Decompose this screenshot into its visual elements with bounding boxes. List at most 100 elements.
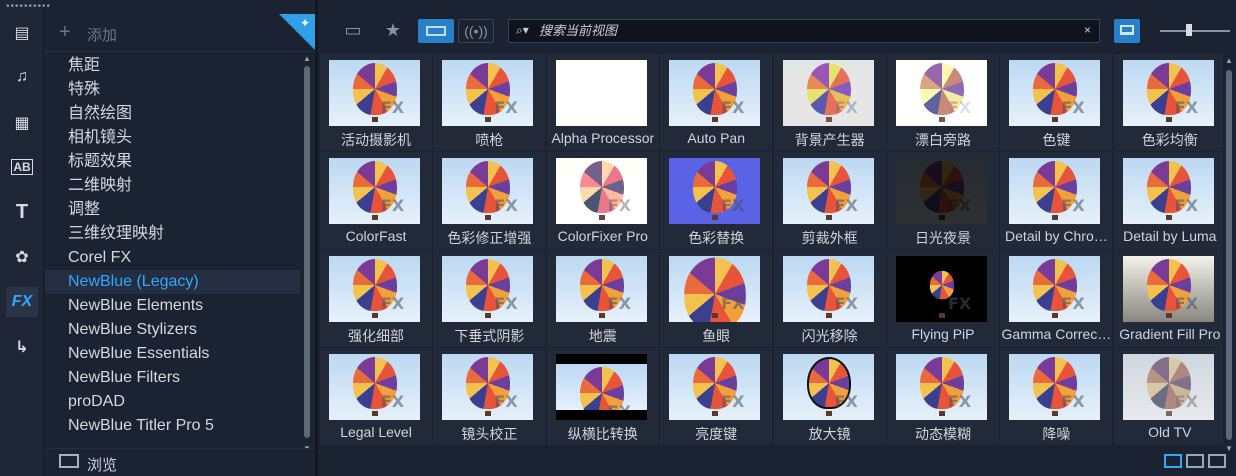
path-icon[interactable]: ↳ [6,332,38,362]
effect-tile[interactable]: FX 色键 [1000,54,1113,151]
folder-browse-icon[interactable] [59,454,79,468]
effect-tile[interactable]: FX 亮度键 [660,348,773,445]
effect-tile[interactable]: FX ColorFast [320,152,432,249]
effect-tile[interactable]: FX Old TV [1113,348,1223,445]
pin-icon[interactable]: ✦ [300,16,310,30]
effect-tile[interactable]: FX 降噪 [1000,348,1113,445]
grid-scrollbar[interactable]: ▲ ▼ [1224,56,1234,456]
title-ab-icon[interactable]: AB [11,159,33,175]
music-note-icon[interactable]: ♫ [6,62,38,92]
effect-tile[interactable]: FX 地震 [546,250,659,347]
fx-watermark: FX [834,196,858,215]
effect-tile[interactable]: FX Detail by Chro… [1000,152,1113,249]
fx-watermark: FX [1061,196,1085,215]
import-folder-icon[interactable]: ▭ [340,18,366,42]
effect-tile[interactable]: FX 背景产生器 [773,54,886,151]
effect-tile[interactable]: FX 色彩修正增强 [433,152,546,249]
category-item[interactable]: NewBlue Essentials [45,342,300,366]
show-video-toggle[interactable] [418,19,454,43]
category-item[interactable]: 三维纹理映射 [45,222,300,246]
effect-tile[interactable]: FX 镜头校正 [433,348,546,445]
effect-tile[interactable]: FX 喷枪 [433,54,546,151]
effect-thumbnail: FX [896,256,987,322]
scroll-up-icon[interactable]: ▲ [301,54,313,64]
category-item[interactable]: Corel FX [45,246,300,270]
effect-thumbnail: FX [555,256,647,322]
add-button[interactable]: 添加 [87,24,117,45]
category-item[interactable]: NewBlue Titler Pro 5 [45,414,300,438]
scroll-down-icon[interactable]: ▼ [1224,444,1234,453]
grid-view-icon[interactable] [1164,454,1182,468]
effect-tile[interactable]: FX Gamma Correc… [1000,250,1113,347]
category-scrollbar[interactable]: ▲ ▼ [301,54,313,454]
category-item[interactable]: 标题效果 [45,150,300,174]
balloon-basket [598,313,605,318]
show-audio-toggle[interactable]: ((•)) [458,19,494,43]
graphics-icon[interactable]: ✿ [6,242,38,272]
clear-search-icon[interactable]: × [1084,23,1091,37]
search-box: ⌕▾ × [508,19,1100,43]
category-item[interactable]: 相机镜头 [45,126,300,150]
balloon-basket [1052,117,1059,122]
effect-tile[interactable]: FX 纵横比转换 [546,348,659,445]
panel-divider[interactable] [315,0,318,476]
category-item[interactable]: 自然绘图 [45,102,300,126]
scroll-up-icon[interactable]: ▲ [1224,56,1234,65]
category-item[interactable]: proDAD [45,390,300,414]
category-item[interactable]: 二维映射 [45,174,300,198]
effect-tile[interactable]: FX Flying PiP [887,250,999,347]
effect-tile[interactable]: FX 剪裁外框 [773,152,886,249]
fx-watermark: FX [607,294,632,313]
effect-tile[interactable]: FX ColorFixer Pro [546,152,659,249]
category-item[interactable]: NewBlue Elements [45,294,300,318]
effect-label: Detail by Luma [1123,228,1217,244]
effect-thumbnail: FX [782,354,874,420]
effect-tile[interactable]: FX 日光夜景 [887,152,999,249]
search-input[interactable] [539,22,1059,40]
effect-tile[interactable]: FX Detail by Luma [1113,152,1223,249]
search-icon[interactable]: ⌕▾ [516,23,529,38]
effect-tile[interactable]: FX 鱼眼 [660,250,773,347]
category-item[interactable]: NewBlue Stylizers [45,318,300,342]
category-item-selected[interactable]: NewBlue (Legacy) [45,270,300,294]
thumbnail-view-button[interactable] [1114,19,1140,43]
media-icon[interactable]: ▤ [6,18,38,48]
clapper-icon[interactable]: ▦ [6,108,38,138]
effect-tile[interactable]: FX 色彩均衡 [1113,54,1223,151]
effect-tile[interactable]: FX 动态模糊 [887,348,999,445]
scroll-thumb[interactable] [1226,70,1232,440]
effect-label: 地震 [588,328,617,344]
add-favorite-icon[interactable]: ★ [380,18,406,42]
effect-tile[interactable]: FX Auto Pan [660,54,773,151]
effect-tile[interactable]: FX 闪光移除 [773,250,886,347]
drag-handle-dots[interactable]: •••••••••• [6,2,50,12]
detail-view-icon[interactable] [1208,454,1226,468]
effect-label: 背景产生器 [794,132,865,148]
effect-tile[interactable]: FX 强化细部 [320,250,432,347]
category-item[interactable]: 调整 [45,198,300,222]
split-view-icon[interactable] [1186,454,1204,468]
text-t-icon[interactable]: T [6,197,38,227]
balloon-basket [712,215,719,220]
fx-watermark: FX [381,392,405,411]
effect-tile[interactable]: FX Alpha Processor [546,54,659,151]
effect-tile[interactable]: FX 活动摄影机 [320,54,432,151]
effect-label: Gamma Correc… [1001,326,1112,342]
plus-icon[interactable]: + [59,22,71,42]
browse-button[interactable]: 浏览 [87,454,117,475]
thumbnail-size-slider[interactable] [1160,24,1230,36]
effect-tile[interactable]: FX 下垂式阴影 [433,250,546,347]
effect-tile[interactable]: FX 放大镜 [773,348,886,445]
effect-label: 亮度键 [695,426,738,442]
effect-tile[interactable]: FX Gradient Fill Pro [1113,250,1223,347]
category-item[interactable]: NewBlue Filters [45,366,300,390]
scroll-thumb[interactable] [304,66,310,438]
category-item[interactable]: 焦距 [45,54,300,78]
fx-icon[interactable]: FX [6,287,38,317]
slider-knob[interactable] [1186,24,1192,36]
effect-tile[interactable]: FX 色彩替换 [660,152,773,249]
effect-tile[interactable]: FX 漂白旁路 [887,54,999,151]
category-item[interactable]: 特殊 [45,78,300,102]
effect-tile[interactable]: FX Legal Level [320,348,432,445]
fx-watermark: FX [721,294,745,313]
